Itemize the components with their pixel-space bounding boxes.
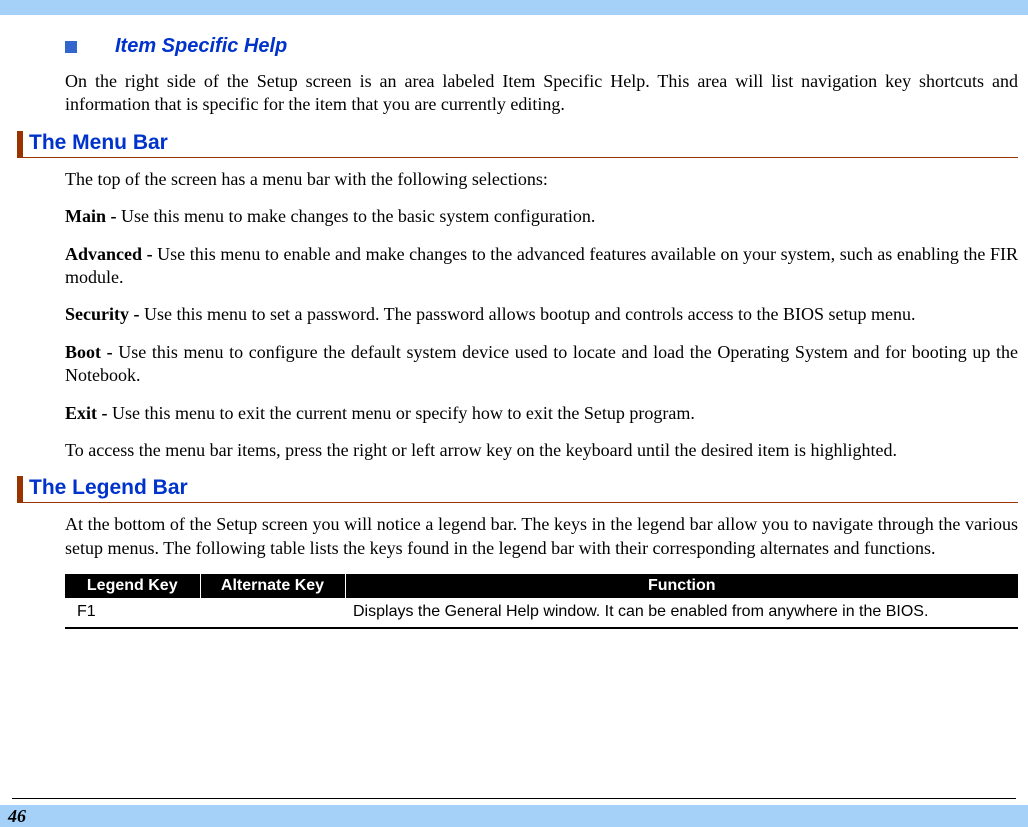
legend-bar-body: At the bottom of the Setup screen you wi…	[65, 513, 1018, 629]
cell-alternate-key	[200, 598, 345, 627]
section-item-specific-help: Item Specific Help On the right side of …	[0, 15, 1018, 117]
legend-table-wrap: Legend Key Alternate Key Function F1 Dis…	[65, 574, 1018, 629]
footer-rule	[12, 798, 1016, 799]
menu-item-boot: Boot - Use this menu to configure the de…	[65, 341, 1018, 388]
legend-bar-intro: At the bottom of the Setup screen you wi…	[65, 513, 1018, 560]
th-function: Function	[345, 574, 1018, 598]
item-help-heading: Item Specific Help	[65, 35, 1018, 58]
cell-legend-key: F1	[65, 598, 200, 627]
legend-bar-title: The Legend Bar	[17, 476, 1018, 503]
footer-bar: 46	[0, 805, 1028, 827]
section-menu-bar: The Menu Bar	[17, 131, 1018, 158]
menu-item-exit-text: Use this menu to exit the current menu o…	[112, 403, 695, 423]
item-help-title: Item Specific Help	[115, 35, 287, 58]
table-row: F1 Displays the General Help window. It …	[65, 598, 1018, 627]
menu-item-advanced-text: Use this menu to enable and make changes…	[65, 244, 1018, 287]
menu-item-main: Main - Use this menu to make changes to …	[65, 205, 1018, 228]
page-number: 46	[0, 806, 26, 827]
th-legend-key: Legend Key	[65, 574, 200, 598]
menu-item-boot-text: Use this menu to configure the default s…	[65, 342, 1018, 385]
menu-item-exit: Exit - Use this menu to exit the current…	[65, 402, 1018, 425]
item-help-body: On the right side of the Setup screen is…	[65, 70, 1018, 117]
menu-bar-intro: The top of the screen has a menu bar wit…	[65, 168, 1018, 191]
header-bar	[0, 0, 1028, 15]
page-content: Item Specific Help On the right side of …	[0, 15, 1028, 629]
menu-item-main-text: Use this menu to make changes to the bas…	[121, 206, 595, 226]
menu-bar-outro: To access the menu bar items, press the …	[65, 439, 1018, 462]
table-header-row: Legend Key Alternate Key Function	[65, 574, 1018, 598]
legend-key-table: Legend Key Alternate Key Function F1 Dis…	[65, 574, 1018, 627]
menu-bar-title: The Menu Bar	[17, 131, 1018, 158]
th-alternate-key: Alternate Key	[200, 574, 345, 598]
bullet-square-icon	[65, 41, 77, 53]
menu-item-advanced: Advanced - Use this menu to enable and m…	[65, 243, 1018, 290]
menu-item-exit-lead: Exit -	[65, 403, 112, 423]
menu-item-security-lead: Security -	[65, 304, 144, 324]
menu-bar-body: The top of the screen has a menu bar wit…	[65, 168, 1018, 463]
menu-item-advanced-lead: Advanced -	[65, 244, 157, 264]
menu-item-security-text: Use this menu to set a password. The pas…	[144, 304, 916, 324]
page-footer: 46	[0, 798, 1028, 827]
section-legend-bar: The Legend Bar	[17, 476, 1018, 503]
menu-item-boot-lead: Boot -	[65, 342, 118, 362]
menu-item-main-lead: Main -	[65, 206, 121, 226]
menu-item-security: Security - Use this menu to set a passwo…	[65, 303, 1018, 326]
cell-function: Displays the General Help window. It can…	[345, 598, 1018, 627]
